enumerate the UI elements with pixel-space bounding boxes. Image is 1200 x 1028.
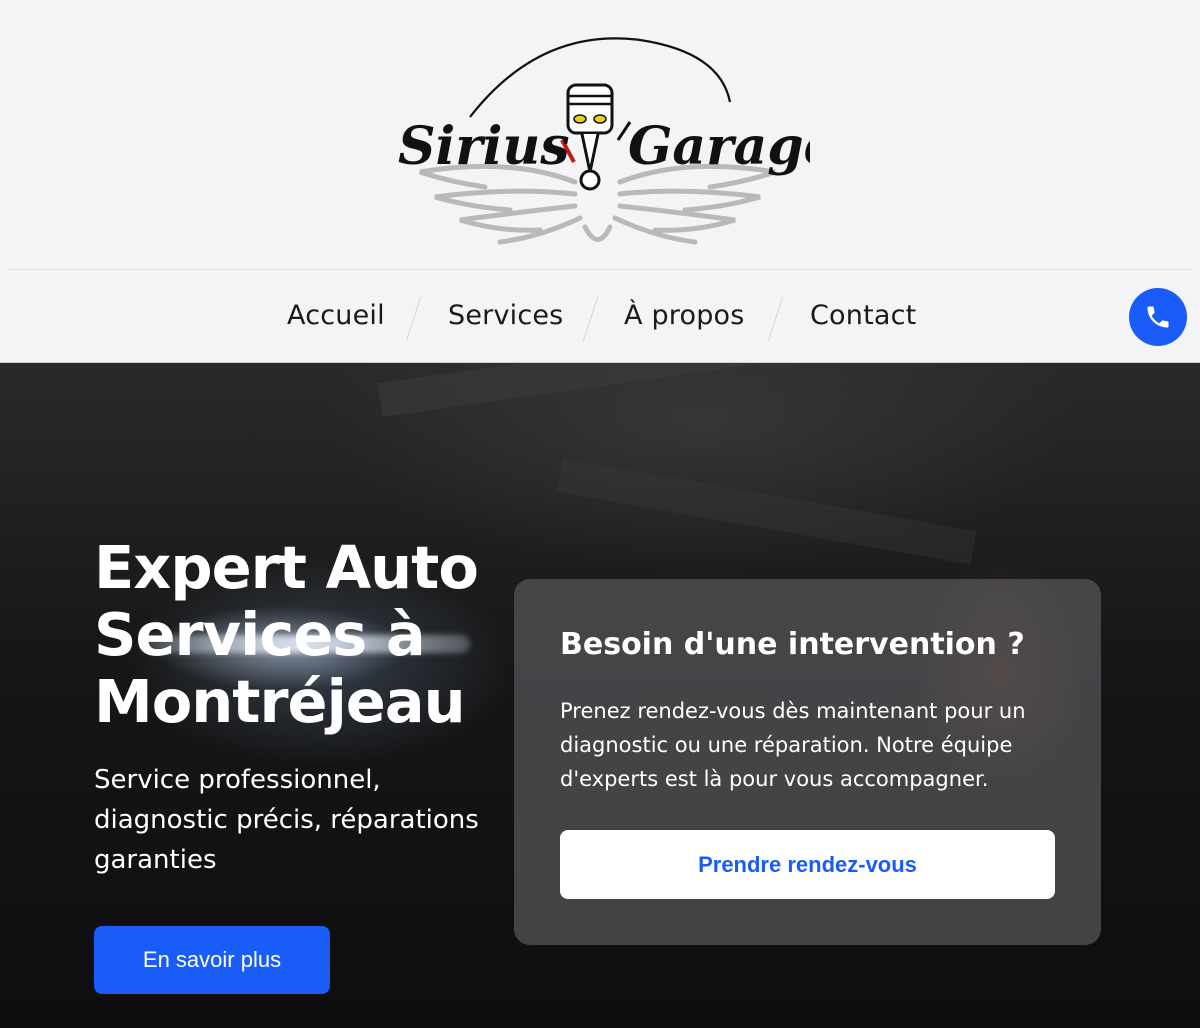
book-appointment-button[interactable]: Prendre rendez-vous [560, 830, 1055, 899]
sirius-garage-logo[interactable]: Sirius Garage [390, 22, 810, 257]
main-nav: Accueil Services À propos Contact [0, 270, 1200, 363]
nav-item-a-propos[interactable]: À propos [624, 300, 745, 331]
hero-subtitle: Service professionnel, diagnostic précis… [94, 765, 479, 875]
nav-item-services[interactable]: Services [448, 300, 563, 331]
nav-divider [405, 296, 422, 342]
learn-more-button[interactable]: En savoir plus [94, 926, 330, 994]
phone-icon [1147, 306, 1169, 328]
nav-item-accueil[interactable]: Accueil [287, 300, 385, 331]
card-title: Besoin d'une intervention ? [560, 627, 1025, 662]
svg-text:Sirius: Sirius [398, 116, 570, 177]
nav-divider [767, 296, 784, 342]
nav-item-contact[interactable]: Contact [810, 300, 916, 331]
phone-button[interactable] [1129, 288, 1187, 346]
background-beam [557, 458, 977, 565]
nav-divider [582, 296, 599, 342]
background-beam [377, 363, 898, 417]
svg-text:Garage: Garage [628, 116, 810, 177]
card-description: Prenez rendez-vous dès maintenant pour u… [560, 699, 1026, 791]
hero-title: Expert Auto Services à Montréjeau [94, 533, 479, 736]
site-header: Sirius Garage [0, 0, 1200, 270]
